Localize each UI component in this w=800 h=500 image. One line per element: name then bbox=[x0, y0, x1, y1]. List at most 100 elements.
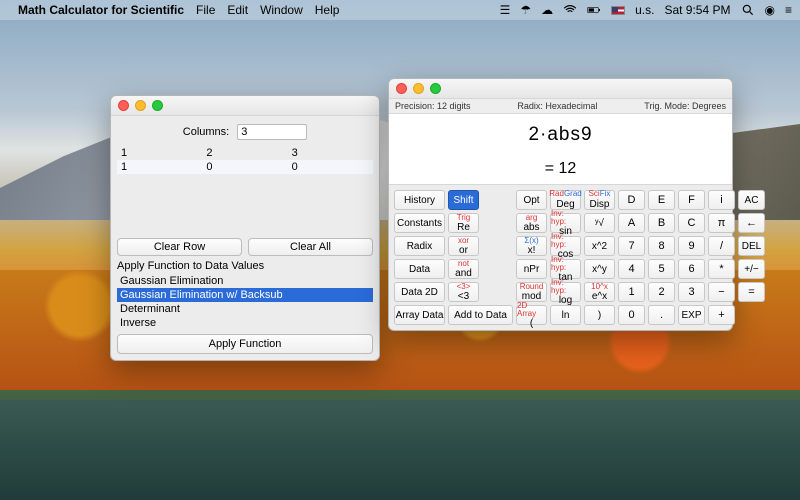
key-negate[interactable]: +/− bbox=[738, 259, 765, 279]
close-icon[interactable] bbox=[118, 100, 129, 111]
arraydata-button[interactable]: Array Data bbox=[394, 305, 445, 325]
key-multiply[interactable]: * bbox=[708, 259, 735, 279]
matrix-titlebar[interactable] bbox=[111, 96, 379, 116]
status-cloud-icon[interactable]: ☁ bbox=[541, 3, 553, 17]
function-list[interactable]: Gaussian Elimination Gaussian Eliminatio… bbox=[117, 274, 373, 330]
key-pi[interactable]: π bbox=[708, 213, 735, 233]
status-clock[interactable]: Sat 9:54 PM bbox=[664, 3, 730, 17]
key-exp[interactable]: EXP bbox=[678, 305, 705, 325]
key-f[interactable]: F bbox=[678, 190, 705, 210]
status-wifi-icon[interactable] bbox=[563, 3, 577, 17]
function-option[interactable]: Gaussian Elimination w/ Backsub bbox=[117, 288, 373, 302]
function-option[interactable]: Gaussian Elimination bbox=[117, 274, 373, 288]
key-del[interactable]: DEL bbox=[738, 236, 765, 256]
status-script-icon[interactable]: ☰ bbox=[500, 3, 511, 17]
apply-function-button[interactable]: Apply Function bbox=[117, 334, 373, 354]
clear-row-button[interactable]: Clear Row bbox=[117, 238, 242, 256]
ln-button[interactable]: ln bbox=[550, 305, 581, 325]
status-umbrella-icon[interactable]: ☂ bbox=[520, 3, 531, 17]
key-9[interactable]: 9 bbox=[678, 236, 705, 256]
log-button[interactable]: Inv: hyp:log bbox=[550, 282, 581, 302]
key-ac[interactable]: AC bbox=[738, 190, 765, 210]
data-button[interactable]: Data bbox=[394, 259, 445, 279]
key-7[interactable]: 7 bbox=[618, 236, 645, 256]
columns-input[interactable] bbox=[237, 124, 307, 140]
data2d-button[interactable]: Data 2D bbox=[394, 282, 445, 302]
status-input-flag[interactable] bbox=[611, 6, 625, 15]
clear-all-button[interactable]: Clear All bbox=[248, 238, 373, 256]
key-c[interactable]: C bbox=[678, 213, 705, 233]
radix-button[interactable]: Radix bbox=[394, 236, 445, 256]
abs-button[interactable]: argabs bbox=[516, 213, 547, 233]
siri-icon[interactable]: ◉ bbox=[765, 3, 775, 17]
epowx-button[interactable]: 10^xe^x bbox=[584, 282, 615, 302]
cell[interactable]: 1 bbox=[117, 146, 202, 160]
npr-button[interactable]: nPr bbox=[516, 259, 547, 279]
xsquared-button[interactable]: x^2 bbox=[584, 236, 615, 256]
zoom-icon[interactable] bbox=[152, 100, 163, 111]
key-8[interactable]: 8 bbox=[648, 236, 675, 256]
mod-button[interactable]: Roundmod bbox=[516, 282, 547, 302]
xpow-button[interactable]: x^y bbox=[584, 259, 615, 279]
close-icon[interactable] bbox=[396, 83, 407, 94]
key-1[interactable]: 1 bbox=[618, 282, 645, 302]
key-divide[interactable]: / bbox=[708, 236, 735, 256]
menu-window[interactable]: Window bbox=[260, 3, 303, 17]
sin-button[interactable]: Inv: hyp:sin bbox=[550, 213, 581, 233]
key-6[interactable]: 6 bbox=[678, 259, 705, 279]
menu-help[interactable]: Help bbox=[315, 3, 340, 17]
or-button[interactable]: xoror bbox=[448, 236, 479, 256]
app-name[interactable]: Math Calculator for Scientific bbox=[18, 3, 184, 17]
constants-button[interactable]: Constants bbox=[394, 213, 445, 233]
cell[interactable]: 1 bbox=[117, 160, 202, 174]
factorial-button[interactable]: Σ(x)x! bbox=[516, 236, 547, 256]
and-button[interactable]: notand bbox=[448, 259, 479, 279]
paren-close-button[interactable]: ) bbox=[584, 305, 615, 325]
menu-file[interactable]: File bbox=[196, 3, 215, 17]
shift-button[interactable]: Shift bbox=[448, 190, 479, 210]
key-d[interactable]: D bbox=[618, 190, 645, 210]
key-minus[interactable]: − bbox=[708, 282, 735, 302]
function-option[interactable]: Determinant bbox=[117, 302, 373, 316]
notification-center-icon[interactable]: ≡ bbox=[785, 3, 792, 17]
lt3-button[interactable]: <3><3 bbox=[448, 282, 479, 302]
key-equals[interactable]: = bbox=[738, 282, 765, 302]
menu-edit[interactable]: Edit bbox=[227, 3, 248, 17]
re-button[interactable]: TrigRe bbox=[448, 213, 479, 233]
history-button[interactable]: History bbox=[394, 190, 445, 210]
add-to-data-button[interactable]: Add to Data bbox=[448, 305, 513, 325]
key-plus[interactable]: + bbox=[708, 305, 735, 325]
key-dot[interactable]: . bbox=[648, 305, 675, 325]
deg-button[interactable]: RadGradDeg bbox=[550, 190, 581, 210]
disp-button[interactable]: SciFixDisp bbox=[584, 190, 615, 210]
opt-button[interactable]: Opt bbox=[516, 190, 547, 210]
key-4[interactable]: 4 bbox=[618, 259, 645, 279]
key-5[interactable]: 5 bbox=[648, 259, 675, 279]
status-battery-icon[interactable] bbox=[587, 3, 601, 17]
key-3[interactable]: 3 bbox=[678, 282, 705, 302]
cell[interactable]: 3 bbox=[288, 146, 373, 160]
cell[interactable]: 2 bbox=[202, 146, 287, 160]
tan-button[interactable]: Inv: hyp:tan bbox=[550, 259, 581, 279]
calc-display: 2·abs9 = 12 bbox=[389, 114, 732, 185]
key-b[interactable]: B bbox=[648, 213, 675, 233]
minimize-icon[interactable] bbox=[135, 100, 146, 111]
key-e[interactable]: E bbox=[648, 190, 675, 210]
calc-titlebar[interactable] bbox=[389, 79, 732, 99]
root-button[interactable]: ʸ√ bbox=[584, 213, 615, 233]
key-i[interactable]: i bbox=[708, 190, 735, 210]
spotlight-icon[interactable] bbox=[741, 3, 755, 17]
cos-button[interactable]: Inv: hyp:cos bbox=[550, 236, 581, 256]
key-2[interactable]: 2 bbox=[648, 282, 675, 302]
cell[interactable]: 0 bbox=[288, 160, 373, 174]
key-0[interactable]: 0 bbox=[618, 305, 645, 325]
function-option[interactable]: Inverse bbox=[117, 316, 373, 330]
key-a[interactable]: A bbox=[618, 213, 645, 233]
zoom-icon[interactable] bbox=[430, 83, 441, 94]
keypad: History Constants Radix Data Data 2D Arr… bbox=[389, 185, 732, 330]
status-input-lang[interactable]: u.s. bbox=[635, 3, 654, 17]
key-backspace[interactable]: ← bbox=[738, 213, 765, 233]
paren-open-button[interactable]: 2D Array( bbox=[516, 305, 547, 325]
minimize-icon[interactable] bbox=[413, 83, 424, 94]
cell[interactable]: 0 bbox=[202, 160, 287, 174]
